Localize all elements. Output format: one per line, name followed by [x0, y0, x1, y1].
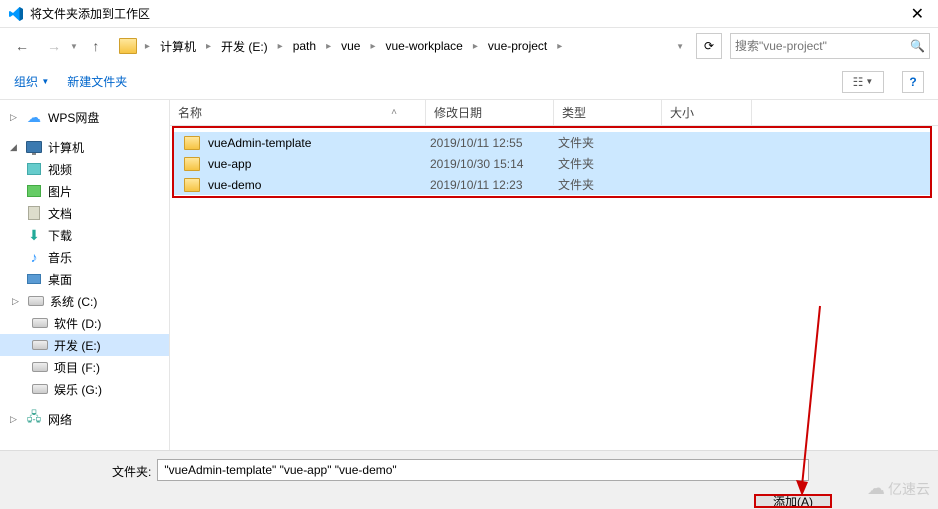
sidebar-item-drive-c[interactable]: ▷系统 (C:)	[0, 290, 169, 312]
search-box[interactable]: 🔍	[730, 33, 930, 59]
path-dropdown[interactable]: ▼	[676, 42, 684, 51]
breadcrumb[interactable]: ▸ 计算机 ▸ 开发 (E:) ▸ path ▸ vue ▸ vue-workp…	[114, 32, 674, 60]
sort-indicator-icon: ˄	[391, 107, 397, 118]
folder-icon	[184, 157, 200, 171]
chevron-right-icon[interactable]: ▸	[204, 41, 213, 52]
file-row[interactable]: vueAdmin-template 2019/10/11 12:55 文件夹	[174, 132, 930, 153]
sidebar: ▷☁WPS网盘 ◢计算机 视频 图片 文档 ⬇下载 ♪音乐 桌面 ▷系统 (C:…	[0, 100, 170, 450]
file-pane: 名称˄ 修改日期 类型 大小 vueAdmin-template 2019/10…	[170, 100, 938, 450]
sidebar-network[interactable]: ▷🖧网络	[0, 408, 169, 430]
vscode-icon	[8, 6, 24, 22]
close-button[interactable]: ✕	[905, 4, 930, 24]
folder-icon	[119, 38, 137, 54]
col-date[interactable]: 修改日期	[426, 100, 554, 125]
search-input[interactable]	[735, 39, 910, 53]
sidebar-item-music[interactable]: ♪音乐	[0, 246, 169, 268]
col-name[interactable]: 名称˄	[170, 100, 426, 125]
forward-button[interactable]: →	[40, 32, 68, 60]
toolbar: 组织 ▼ 新建文件夹 ☷ ▼ ?	[0, 64, 938, 100]
folder-input[interactable]	[157, 459, 809, 481]
sidebar-wps[interactable]: ▷☁WPS网盘	[0, 106, 169, 128]
up-button[interactable]: ↑	[82, 32, 110, 60]
breadcrumb-item[interactable]: 开发 (E:)	[215, 36, 274, 57]
refresh-button[interactable]: ⟳	[696, 33, 722, 59]
column-headers: 名称˄ 修改日期 类型 大小	[170, 100, 938, 126]
sidebar-item-drive-e[interactable]: 开发 (E:)	[0, 334, 169, 356]
add-button[interactable]: 添加(A)	[754, 494, 832, 508]
view-options[interactable]: ☷ ▼	[842, 71, 884, 93]
file-list: vueAdmin-template 2019/10/11 12:55 文件夹 v…	[170, 126, 938, 195]
sidebar-item-downloads[interactable]: ⬇下载	[0, 224, 169, 246]
breadcrumb-item[interactable]: path	[287, 37, 322, 55]
file-row[interactable]: vue-demo 2019/10/11 12:23 文件夹	[174, 174, 930, 195]
organize-menu[interactable]: 组织 ▼	[14, 73, 49, 90]
chevron-right-icon[interactable]: ▸	[555, 41, 564, 52]
sidebar-computer[interactable]: ◢计算机	[0, 136, 169, 158]
help-button[interactable]: ?	[902, 71, 924, 93]
folder-label: 文件夹:	[12, 459, 151, 480]
chevron-right-icon[interactable]: ▸	[276, 41, 285, 52]
breadcrumb-item[interactable]: 计算机	[154, 36, 202, 57]
chevron-right-icon[interactable]: ▸	[471, 41, 480, 52]
chevron-right-icon[interactable]: ▸	[368, 41, 377, 52]
sidebar-item-drive-f[interactable]: 项目 (F:)	[0, 356, 169, 378]
folder-icon	[184, 136, 200, 150]
title-bar: 将文件夹添加到工作区 ✕	[0, 0, 938, 28]
col-type[interactable]: 类型	[554, 100, 662, 125]
file-row[interactable]: vue-app 2019/10/30 15:14 文件夹	[174, 153, 930, 174]
sidebar-item-drive-d[interactable]: 软件 (D:)	[0, 312, 169, 334]
nav-row: ← → ▼ ↑ ▸ 计算机 ▸ 开发 (E:) ▸ path ▸ vue ▸ v…	[0, 28, 938, 64]
chevron-right-icon[interactable]: ▸	[324, 41, 333, 52]
window-title: 将文件夹添加到工作区	[30, 5, 905, 22]
history-dropdown[interactable]: ▼	[70, 42, 78, 51]
breadcrumb-item[interactable]: vue-project	[482, 37, 553, 55]
sidebar-item-drive-g[interactable]: 娱乐 (G:)	[0, 378, 169, 400]
chevron-right-icon[interactable]: ▸	[143, 41, 152, 52]
search-icon[interactable]: 🔍	[910, 39, 925, 53]
col-size[interactable]: 大小	[662, 100, 752, 125]
sidebar-item-desktop[interactable]: 桌面	[0, 268, 169, 290]
folder-icon	[184, 178, 200, 192]
breadcrumb-item[interactable]: vue-workplace	[379, 37, 468, 55]
breadcrumb-item[interactable]: vue	[335, 37, 366, 55]
sidebar-item-documents[interactable]: 文档	[0, 202, 169, 224]
sidebar-item-video[interactable]: 视频	[0, 158, 169, 180]
new-folder-button[interactable]: 新建文件夹	[67, 73, 127, 90]
sidebar-item-pictures[interactable]: 图片	[0, 180, 169, 202]
back-button[interactable]: ←	[8, 32, 36, 60]
